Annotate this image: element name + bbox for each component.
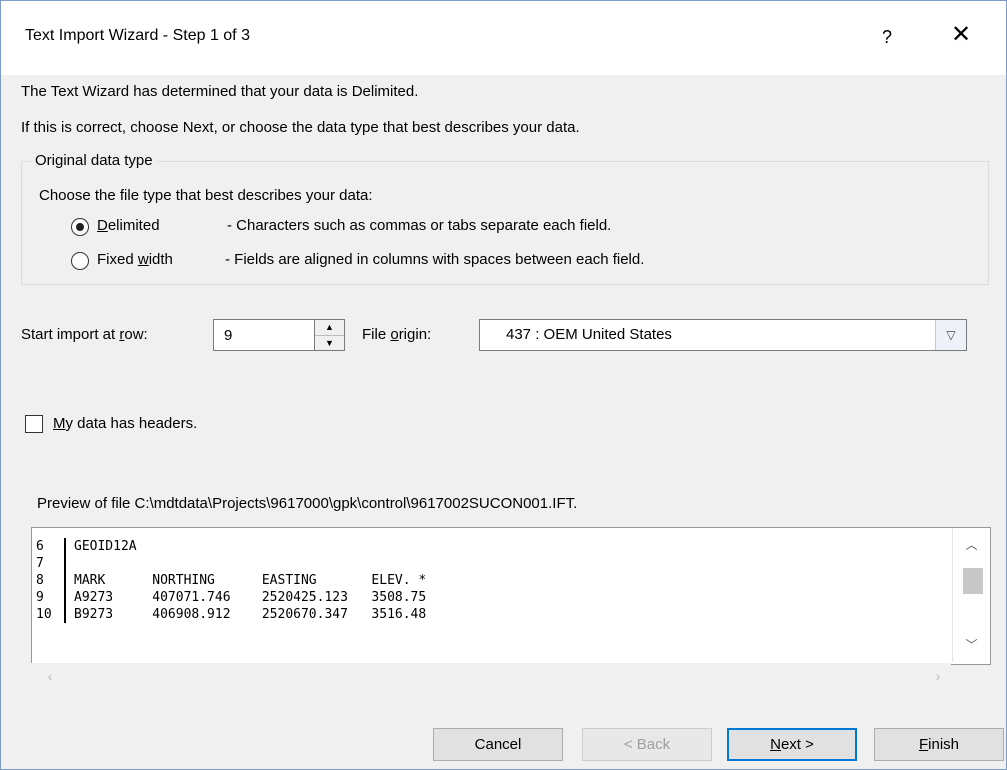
- text-import-wizard-dialog: Text Import Wizard - Step 1 of 3 ? ✕ The…: [0, 0, 1007, 770]
- line-number: 9: [36, 589, 66, 606]
- line-text: MARK NORTHING EASTING ELEV. *: [74, 573, 427, 588]
- start-row-label: Start import at row:: [21, 326, 148, 343]
- preview-pane[interactable]: 6 GEOID12A 7 8 MARK NORTHING EASTING ELE…: [31, 527, 991, 665]
- headers-checkbox-label[interactable]: My data has headers.: [53, 415, 197, 432]
- original-data-type-legend: Original data type: [31, 152, 157, 169]
- close-icon[interactable]: ✕: [936, 15, 986, 55]
- preview-line: 8 MARK NORTHING EASTING ELEV. *: [32, 572, 952, 589]
- intro-line-2: If this is correct, choose Next, or choo…: [21, 119, 580, 136]
- scroll-right-icon[interactable]: ›: [925, 663, 951, 689]
- file-type-prompt: Choose the file type that best describes…: [39, 187, 373, 204]
- scroll-up-icon[interactable]: ︿: [953, 532, 990, 558]
- preview-line: 7: [32, 555, 952, 572]
- line-number: 8: [36, 572, 66, 589]
- preview-horizontal-scrollbar[interactable]: ‹ ›: [31, 663, 951, 689]
- finish-button[interactable]: Finish: [874, 728, 1004, 761]
- help-button[interactable]: ?: [867, 19, 907, 55]
- fixed-width-radio[interactable]: [71, 252, 89, 270]
- spin-up-icon[interactable]: ▲: [315, 320, 344, 336]
- delimited-description: - Characters such as commas or tabs sepa…: [227, 217, 612, 234]
- cancel-button[interactable]: Cancel: [433, 728, 563, 761]
- preview-caption: Preview of file C:\mdtdata\Projects\9617…: [37, 495, 578, 512]
- line-number: 7: [36, 555, 66, 572]
- line-number: 6: [36, 538, 66, 555]
- window-title: Text Import Wizard - Step 1 of 3: [25, 27, 250, 44]
- line-text: A9273 407071.746 2520425.123 3508.75: [74, 590, 427, 605]
- intro-line-1: The Text Wizard has determined that your…: [21, 83, 419, 100]
- preview-line: 10 B9273 406908.912 2520670.347 3516.48: [32, 606, 952, 623]
- start-row-spinner[interactable]: ▲ ▼: [315, 319, 345, 351]
- preview-line: 6 GEOID12A: [32, 538, 952, 555]
- file-origin-select[interactable]: 437 : OEM United States ▽: [479, 319, 967, 351]
- chevron-down-icon[interactable]: ▽: [935, 320, 966, 350]
- headers-checkbox[interactable]: [25, 415, 43, 433]
- title-bar: Text Import Wizard - Step 1 of 3 ? ✕: [1, 1, 1006, 75]
- delimited-label[interactable]: Delimited: [97, 217, 160, 234]
- line-number: 10: [36, 606, 66, 623]
- preview-line: 9 A9273 407071.746 2520425.123 3508.75: [32, 589, 952, 606]
- back-button[interactable]: < Back: [582, 728, 712, 761]
- scroll-down-icon[interactable]: ﹀: [953, 632, 990, 658]
- preview-lines: 6 GEOID12A 7 8 MARK NORTHING EASTING ELE…: [32, 528, 952, 664]
- start-row-input[interactable]: [213, 319, 315, 351]
- delimited-label-rest: elimited: [107, 217, 160, 234]
- line-text: GEOID12A: [74, 539, 137, 554]
- preview-vertical-scrollbar[interactable]: ︿ ﹀: [952, 528, 990, 662]
- file-origin-label: File origin:: [362, 326, 432, 343]
- scroll-thumb[interactable]: [963, 568, 983, 594]
- line-text: B9273 406908.912 2520670.347 3516.48: [74, 607, 427, 622]
- spin-down-icon[interactable]: ▼: [315, 336, 344, 351]
- next-button[interactable]: Next >: [727, 728, 857, 761]
- fixed-width-description: - Fields are aligned in columns with spa…: [225, 251, 645, 268]
- fixed-width-label[interactable]: Fixed width: [97, 251, 173, 268]
- scroll-left-icon[interactable]: ‹: [37, 663, 63, 689]
- delimited-radio[interactable]: [71, 218, 89, 236]
- file-origin-value: 437 : OEM United States: [506, 326, 672, 343]
